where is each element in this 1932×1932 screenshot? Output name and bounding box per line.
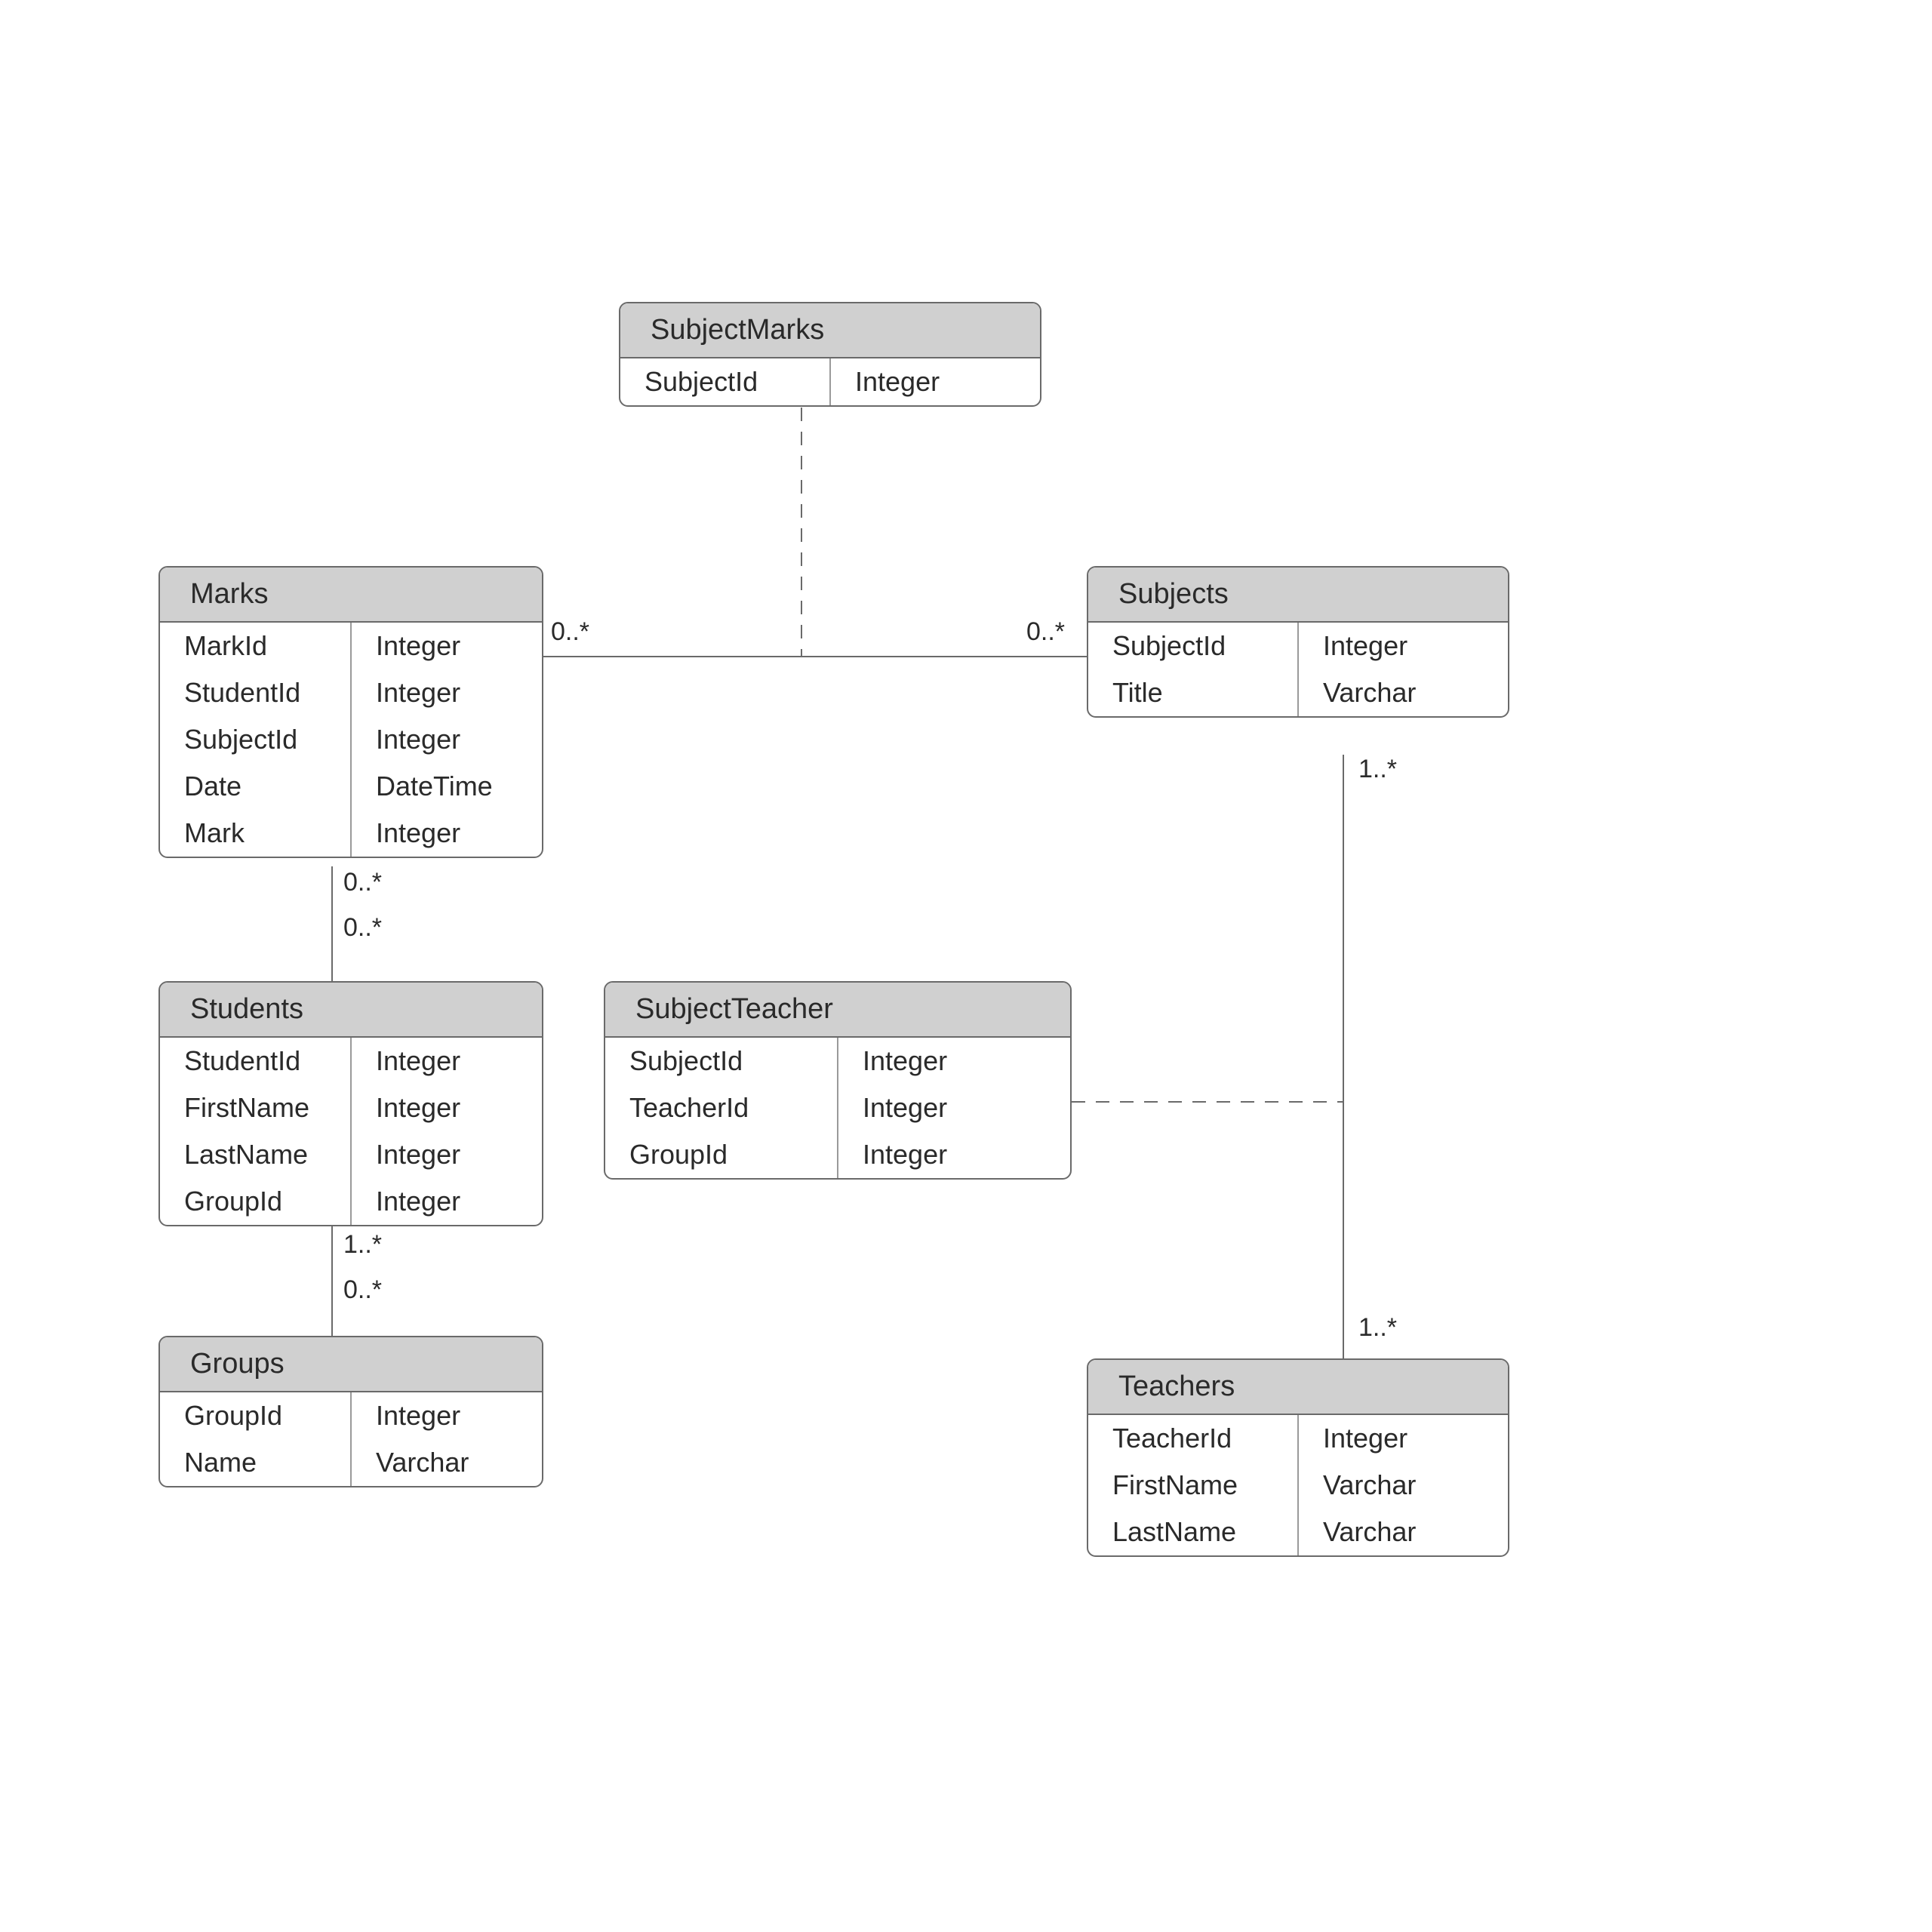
multiplicity-label: 0..* — [343, 913, 382, 943]
entity-title: Marks — [160, 568, 542, 623]
entity-subjects: Subjects SubjectId Integer Title Varchar — [1087, 566, 1509, 718]
multiplicity-label: 1..* — [343, 1230, 382, 1260]
entity-marks: Marks MarkId Integer StudentId Integer S… — [158, 566, 543, 858]
entity-title: Subjects — [1088, 568, 1508, 623]
entity-students: Students StudentId Integer FirstName Int… — [158, 981, 543, 1226]
table-row: Mark Integer — [160, 810, 542, 857]
multiplicity-label: 0..* — [343, 868, 382, 897]
table-row: LastName Integer — [160, 1131, 542, 1178]
table-row: LastName Varchar — [1088, 1509, 1508, 1555]
table-row: SubjectId Integer — [620, 358, 1040, 405]
entity-subjectmarks: SubjectMarks SubjectId Integer — [619, 302, 1041, 407]
multiplicity-label: 0..* — [343, 1275, 382, 1305]
table-row: GroupId Integer — [160, 1392, 542, 1439]
connector-lines — [0, 0, 1932, 1932]
table-row: FirstName Integer — [160, 1084, 542, 1131]
table-row: StudentId Integer — [160, 1038, 542, 1084]
table-row: Title Varchar — [1088, 669, 1508, 716]
entity-title: SubjectTeacher — [605, 983, 1070, 1038]
multiplicity-label: 0..* — [551, 617, 589, 647]
table-row: MarkId Integer — [160, 623, 542, 669]
entity-subjectteacher: SubjectTeacher SubjectId Integer Teacher… — [604, 981, 1072, 1180]
multiplicity-label: 1..* — [1358, 755, 1397, 784]
entity-groups: Groups GroupId Integer Name Varchar — [158, 1336, 543, 1487]
table-row: Date DateTime — [160, 763, 542, 810]
multiplicity-label: 1..* — [1358, 1313, 1397, 1343]
table-row: FirstName Varchar — [1088, 1462, 1508, 1509]
table-row: Name Varchar — [160, 1439, 542, 1486]
er-diagram-canvas: SubjectMarks SubjectId Integer Marks Mar… — [0, 0, 1932, 1932]
entity-title: Teachers — [1088, 1360, 1508, 1415]
entity-title: Students — [160, 983, 542, 1038]
table-row: StudentId Integer — [160, 669, 542, 716]
multiplicity-label: 0..* — [1026, 617, 1065, 647]
table-row: GroupId Integer — [605, 1131, 1070, 1178]
table-row: GroupId Integer — [160, 1178, 542, 1225]
table-row: SubjectId Integer — [1088, 623, 1508, 669]
table-row: TeacherId Integer — [1088, 1415, 1508, 1462]
entity-title: SubjectMarks — [620, 303, 1040, 358]
table-row: TeacherId Integer — [605, 1084, 1070, 1131]
entity-title: Groups — [160, 1337, 542, 1392]
table-row: SubjectId Integer — [605, 1038, 1070, 1084]
entity-teachers: Teachers TeacherId Integer FirstName Var… — [1087, 1358, 1509, 1557]
table-row: SubjectId Integer — [160, 716, 542, 763]
